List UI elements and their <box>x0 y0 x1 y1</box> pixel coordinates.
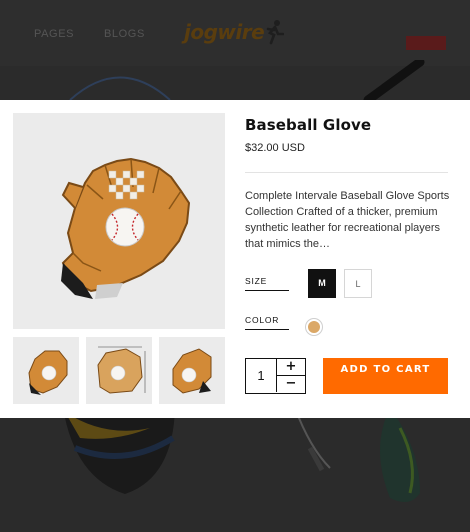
divider <box>245 172 448 173</box>
size-option-m[interactable]: M <box>308 269 336 298</box>
quantity-input[interactable]: 1 <box>246 359 276 392</box>
logo-text: jogwire <box>184 20 265 44</box>
size-option-l[interactable]: L <box>344 269 372 298</box>
product-thumbnail[interactable] <box>86 337 152 404</box>
sale-badge <box>406 36 446 50</box>
product-title: Baseball Glove <box>245 116 372 134</box>
background-product-image <box>63 408 175 494</box>
background-product-image <box>294 408 420 502</box>
baseball-glove-thumbnail <box>28 350 68 395</box>
product-description: Complete Intervale Baseball Glove Sports… <box>245 190 450 250</box>
quantity-stepper: 1 + − <box>245 358 306 394</box>
product-thumbnail[interactable] <box>13 337 79 404</box>
product-price: $32.00 USD <box>245 142 305 154</box>
background-product-image <box>363 60 425 100</box>
runner-logo-icon <box>266 20 284 45</box>
size-label: SIZE <box>245 276 289 291</box>
site-header: PAGES BLOGS jogwire <box>0 0 470 66</box>
site-logo[interactable]: jogwire <box>184 17 284 47</box>
color-swatch-fill <box>308 321 320 333</box>
product-main-image <box>13 113 225 329</box>
product-thumbnail[interactable] <box>159 337 225 404</box>
color-swatch[interactable] <box>305 318 323 336</box>
baseball-glove-image <box>61 157 191 299</box>
minus-icon[interactable]: − <box>276 375 305 392</box>
nav-link-blogs[interactable]: BLOGS <box>104 28 145 40</box>
color-label: COLOR <box>245 315 289 330</box>
baseball-glove-size-chart-thumbnail <box>97 346 146 394</box>
nav-link-pages[interactable]: PAGES <box>34 28 74 40</box>
quick-view-modal: Baseball Glove $32.00 USD Complete Inter… <box>0 100 470 418</box>
background-product-image <box>69 76 171 100</box>
add-to-cart-button[interactable]: ADD TO CART <box>323 358 448 394</box>
plus-icon[interactable]: + <box>276 359 305 376</box>
baseball-glove-thumbnail <box>172 348 212 394</box>
